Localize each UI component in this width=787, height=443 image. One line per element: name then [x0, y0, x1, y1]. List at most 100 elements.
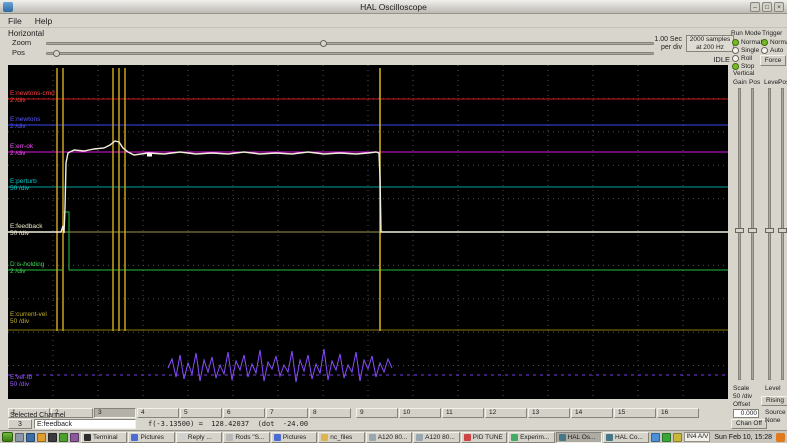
channel-tab-row: 1 2 3 4 5 6 7 8 9 10 11 12 13 14 15 16	[8, 401, 700, 418]
window-icon	[463, 433, 471, 441]
gain-label: Gain	[733, 79, 747, 86]
channel-tab-11[interactable]: 11	[442, 408, 484, 418]
maximize-icon[interactable]: □	[762, 2, 772, 12]
radio-stop[interactable]: Stop	[732, 62, 762, 70]
menu-button[interactable]	[2, 432, 13, 442]
vertical-pos-handle[interactable]	[748, 228, 757, 234]
offset-label: Offset	[733, 401, 751, 408]
window-icon	[416, 433, 424, 441]
window-title: Terminal	[93, 433, 118, 441]
radio-normal[interactable]: Normal	[761, 38, 787, 46]
force-button[interactable]: Force	[760, 55, 786, 66]
input-indicator[interactable]: IN4 A/V	[684, 432, 711, 442]
trigger-edge-button[interactable]: Rising	[761, 396, 787, 406]
radio-single[interactable]: Single	[732, 46, 762, 54]
radio-roll[interactable]: Roll	[732, 54, 762, 62]
trigger-source-value[interactable]: None	[765, 417, 781, 424]
window-title: HAL Os...	[567, 433, 596, 441]
close-icon[interactable]: ×	[774, 2, 784, 12]
alert-icon[interactable]	[776, 432, 785, 442]
channel-label-6: D:is-holding 2 /div	[10, 261, 44, 275]
text-editor-icon[interactable]	[59, 432, 68, 442]
trigger-source-label[interactable]: Source	[765, 409, 786, 416]
channel-tab-3[interactable]: 3	[94, 408, 136, 418]
channel-label-7: E:current-vel 50 /div	[10, 311, 47, 325]
radio-label: Auto	[770, 46, 784, 54]
taskbar-window-10[interactable]: HAL Os...	[555, 431, 602, 443]
taskbar-window-6[interactable]: A120 80...	[365, 431, 413, 443]
taskbar-window-11[interactable]: HAL Co...	[602, 431, 650, 443]
channel-tab-12[interactable]: 12	[485, 408, 527, 418]
taskbar-window-4[interactable]: Pictures	[270, 431, 318, 443]
radio-normal[interactable]: Normal	[732, 38, 762, 46]
channel-tab-10[interactable]: 10	[399, 408, 441, 418]
screenshot-icon[interactable]	[70, 432, 79, 442]
channel-scale: 2 /div	[10, 150, 26, 157]
channel-tab-4[interactable]: 4	[137, 408, 179, 418]
trigger-pos-slider[interactable]	[778, 88, 787, 380]
taskbar-window-5[interactable]: nc_files	[318, 431, 365, 443]
browser-icon[interactable]	[26, 432, 35, 442]
horizontal-pos-slider-handle[interactable]	[53, 50, 61, 57]
window-title: A120 80...	[425, 433, 455, 441]
trigger-pos-handle[interactable]	[778, 228, 787, 234]
channel-tab-5[interactable]: 5	[180, 408, 222, 418]
trigger-level-handle[interactable]	[765, 228, 774, 234]
radio-auto[interactable]: Auto	[761, 46, 787, 54]
horizontal-pos-slider[interactable]	[46, 50, 654, 57]
vertical-title: Vertical	[733, 70, 755, 77]
update-icon[interactable]	[662, 432, 672, 442]
show-desktop-icon[interactable]	[15, 432, 24, 442]
channel-name: E:newtons	[10, 116, 41, 123]
run-mode-options: Normal Single Roll Stop	[732, 38, 762, 70]
volume-icon[interactable]	[673, 432, 683, 442]
channel-tab-8[interactable]: 8	[309, 408, 351, 418]
window-icon	[321, 433, 329, 441]
taskbar-window-7[interactable]: A120 80...	[413, 431, 460, 443]
titlebar[interactable]: HAL Oscilloscope – □ ×	[0, 0, 787, 14]
channel-tab-14[interactable]: 14	[571, 408, 613, 418]
channel-scale: 50 /div	[10, 185, 30, 192]
channel-tab-16[interactable]: 16	[657, 408, 699, 418]
window-title: A120 80...	[377, 433, 408, 441]
zoom-slider[interactable]	[46, 40, 654, 47]
taskbar-window-8[interactable]: PID TUNE	[460, 431, 508, 443]
clock[interactable]: Sun Feb 10, 15:28	[712, 434, 774, 441]
taskbar-window-3[interactable]: Rods "S...	[223, 431, 270, 443]
chan-off-button[interactable]: Chan Off	[731, 419, 767, 429]
channel-name: E:perturb	[10, 178, 37, 185]
terminal-icon[interactable]	[48, 432, 57, 442]
tray-icons	[651, 432, 683, 442]
scope-display[interactable]: E:newtons-cmd 2 /div E:newtons 2 /div E:err-…	[8, 65, 728, 399]
trigger-title: Trigger	[762, 30, 783, 37]
zoom-slider-handle[interactable]	[319, 40, 327, 47]
selected-channel-number[interactable]: 3	[8, 419, 32, 429]
menu-help[interactable]: Help	[35, 16, 52, 26]
selected-channel-name-entry[interactable]: E:feedback	[34, 419, 136, 429]
channel-tab-6[interactable]: 6	[223, 408, 265, 418]
record-length-button[interactable]: 2000 samples at 200 Hz	[686, 35, 734, 52]
network-icon[interactable]	[651, 432, 661, 442]
channel-label-5: E:feedback 50 /div	[10, 223, 43, 237]
gain-slider[interactable]	[735, 88, 744, 380]
menu-file[interactable]: File	[8, 16, 22, 26]
minimize-icon[interactable]: –	[750, 2, 760, 12]
channel-tab-15[interactable]: 15	[614, 408, 656, 418]
taskbar-window-1[interactable]: Pictures	[128, 431, 175, 443]
channel-tab-13[interactable]: 13	[528, 408, 570, 418]
level-value-label: Level	[765, 385, 781, 392]
gain-slider-handle[interactable]	[735, 228, 744, 234]
taskbar-window-9[interactable]: Experim...	[508, 431, 555, 443]
channel-tab-9[interactable]: 9	[356, 408, 398, 418]
file-manager-icon[interactable]	[37, 432, 46, 442]
window-title: Reply ...	[187, 433, 212, 441]
radio-label: Normal	[770, 38, 787, 46]
offset-value[interactable]: 0.000	[733, 409, 759, 418]
taskbar-window-2[interactable]: Reply ...	[175, 431, 223, 443]
window-title: Pictures	[282, 433, 307, 441]
vertical-pos-slider[interactable]	[748, 88, 757, 380]
trigger-level-slider[interactable]	[765, 88, 774, 380]
taskbar-window-0[interactable]: Terminal	[81, 431, 128, 443]
channel-tab-7[interactable]: 7	[266, 408, 308, 418]
window-icon	[226, 433, 234, 441]
